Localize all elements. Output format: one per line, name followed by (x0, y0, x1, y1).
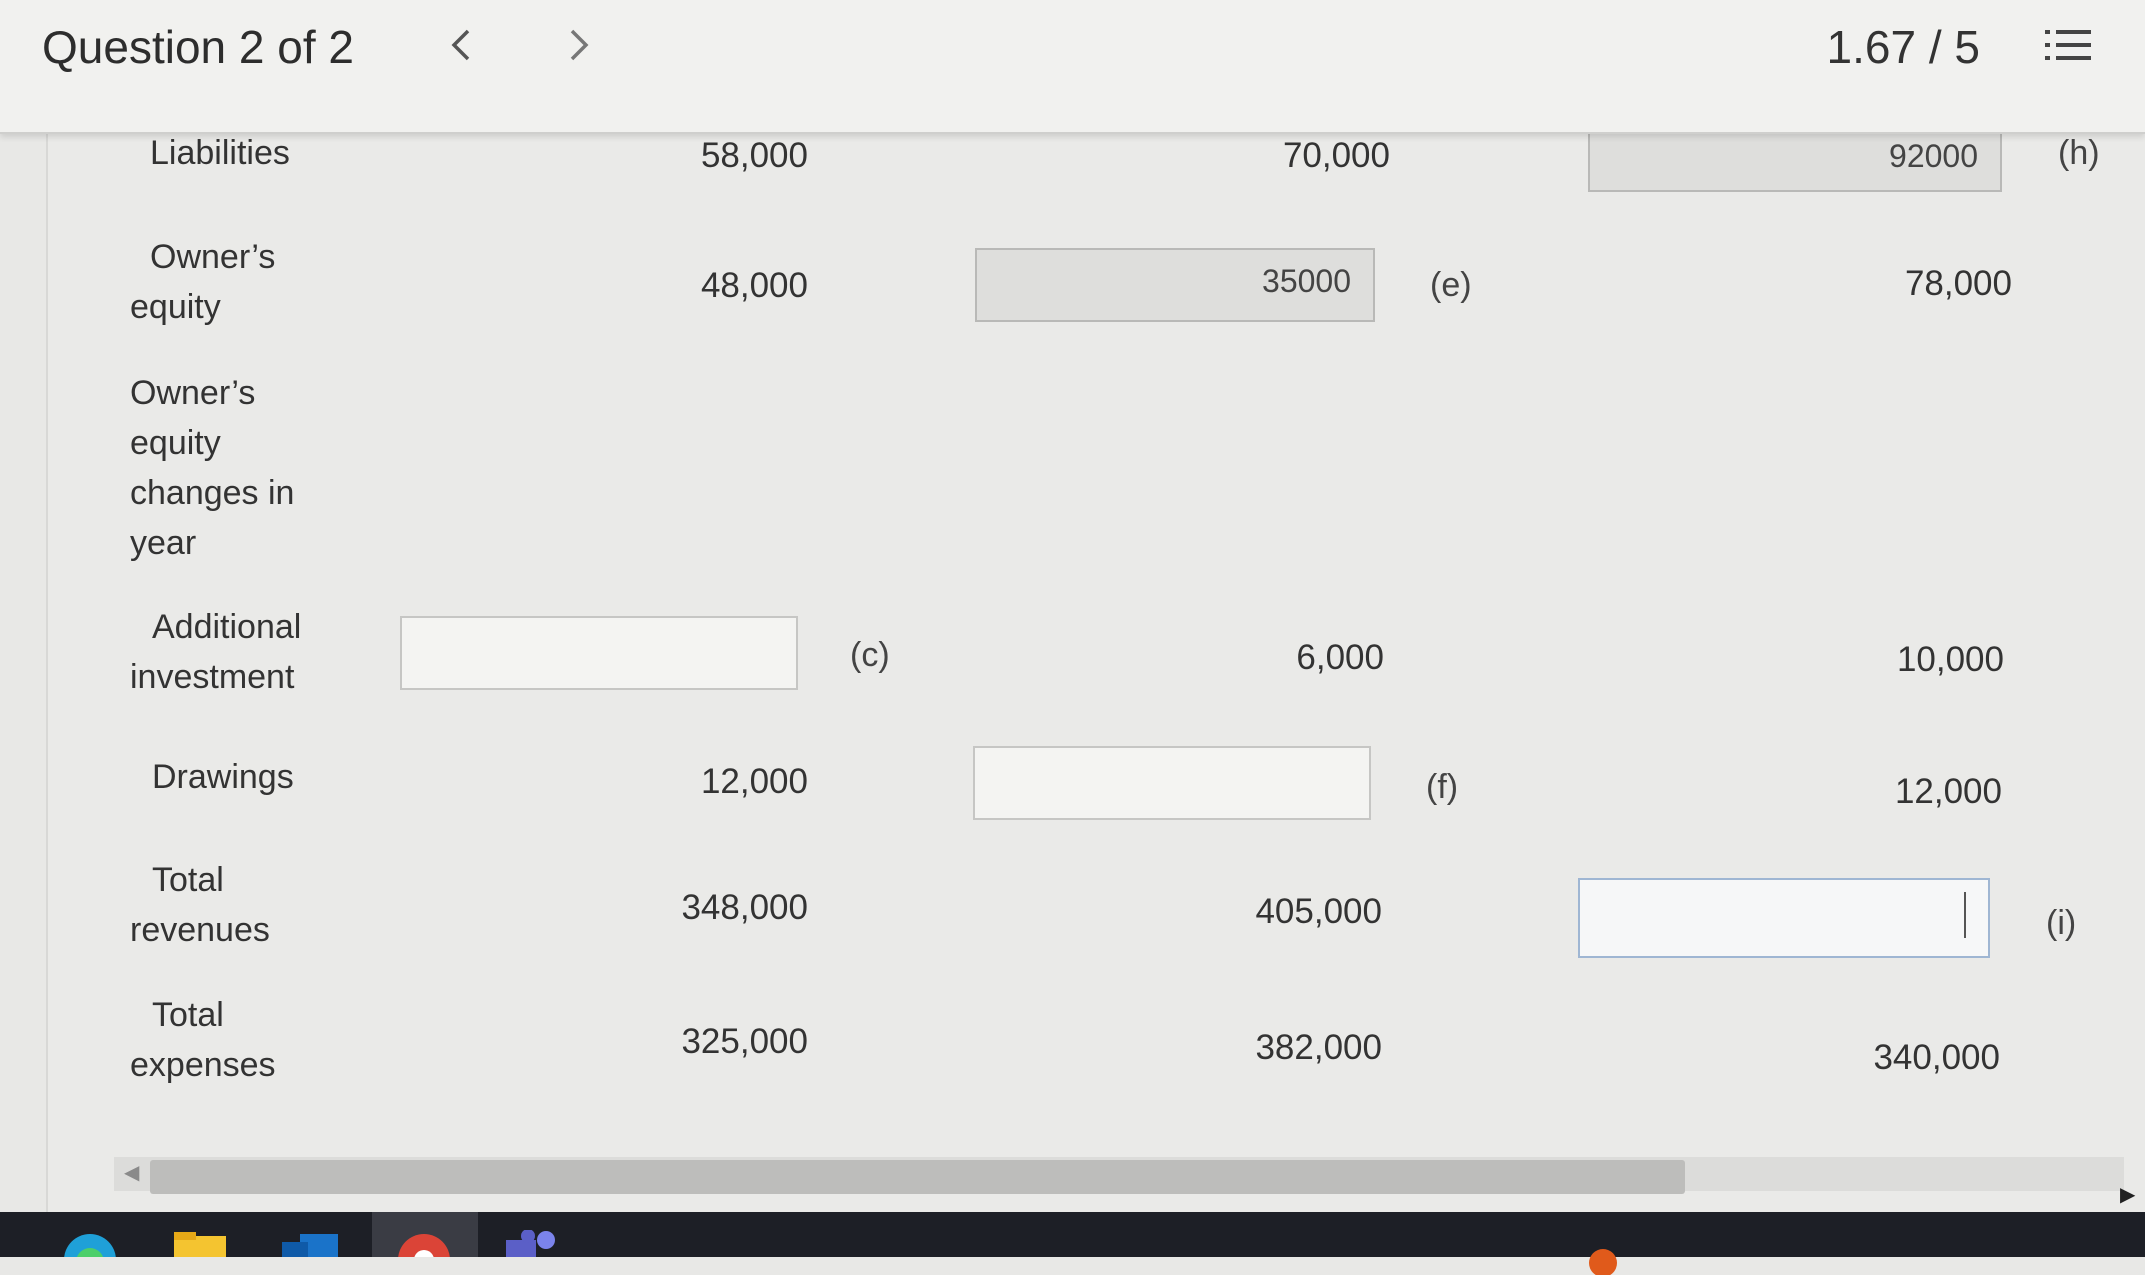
row-label-drawings: Drawings (152, 758, 294, 796)
liabilities-col2: 70,000 (1282, 136, 1390, 175)
input-e[interactable]: 35000 (975, 248, 1375, 322)
tag-e: (e) (1430, 266, 1472, 304)
input-f[interactable] (973, 746, 1371, 820)
taskbar (0, 1212, 2145, 1275)
owners-equity-col3: 78,000 (1904, 264, 2012, 303)
tag-f: (f) (1426, 768, 1459, 806)
input-h[interactable]: 92000 (1588, 128, 2002, 192)
tag-i: (i) (2046, 904, 2077, 942)
numbered-list-icon (2045, 30, 2091, 60)
total-expenses-col1: 325,000 (681, 1022, 808, 1061)
section-label-line3: changes in (130, 474, 295, 512)
question-counter: Question 2 of 2 (42, 21, 354, 73)
score-display: 1.67 / 5 (1826, 21, 1980, 73)
input-c[interactable] (400, 616, 798, 690)
edge-browser-icon[interactable] (62, 1230, 118, 1257)
previous-question-button[interactable] (448, 22, 474, 76)
section-label-line4: year (130, 524, 197, 562)
additional-investment-col2: 6,000 (1296, 638, 1384, 677)
row-label-additional-investment-2: investment (130, 658, 295, 696)
teams-icon[interactable] (506, 1230, 562, 1257)
row-label-liabilities: Liabilities (150, 134, 290, 172)
liabilities-col1: 58,000 (700, 136, 808, 175)
input-i[interactable] (1578, 878, 1990, 958)
section-label-line2: equity (130, 424, 221, 462)
total-expenses-col2: 382,000 (1255, 1028, 1382, 1067)
total-revenues-col1: 348,000 (681, 888, 808, 927)
tag-h: (h) (2058, 134, 2100, 172)
owners-equity-col1: 48,000 (700, 266, 808, 305)
drawings-col3: 12,000 (1894, 772, 2002, 811)
chevron-right-icon (570, 29, 589, 61)
row-label-owners-equity-1: Owner’s (150, 238, 276, 276)
section-label-line1: Owner’s (130, 374, 256, 412)
scroll-right-button[interactable]: ▶ (2120, 1182, 2135, 1207)
row-label-total-expenses-1: Total (152, 996, 224, 1034)
total-expenses-col3: 340,000 (1873, 1038, 2000, 1077)
scroll-left-button[interactable]: ◀ (124, 1160, 139, 1185)
row-label-total-revenues-1: Total (152, 861, 224, 899)
horizontal-scrollbar-thumb[interactable] (150, 1160, 1685, 1194)
tag-c: (c) (850, 636, 890, 674)
row-label-total-revenues-2: revenues (130, 911, 270, 949)
text-cursor (1964, 892, 1966, 938)
question-header: Question 2 of 2 1.67 / 5 (0, 0, 2145, 134)
additional-investment-col3: 10,000 (1896, 640, 2004, 679)
file-explorer-icon[interactable] (174, 1230, 226, 1257)
total-revenues-col2: 405,000 (1255, 892, 1382, 931)
row-label-additional-investment-1: Additional (152, 608, 302, 646)
chrome-icon[interactable] (396, 1230, 452, 1257)
next-question-button[interactable] (566, 22, 592, 76)
row-label-owners-equity-2: equity (130, 288, 221, 326)
tray-app-icon[interactable] (1588, 1248, 1618, 1275)
question-list-button[interactable] (2045, 26, 2093, 68)
outlook-icon[interactable] (282, 1230, 338, 1257)
chevron-left-icon (451, 29, 470, 61)
drawings-col1: 12,000 (700, 762, 808, 801)
row-label-total-expenses-2: expenses (130, 1046, 276, 1084)
